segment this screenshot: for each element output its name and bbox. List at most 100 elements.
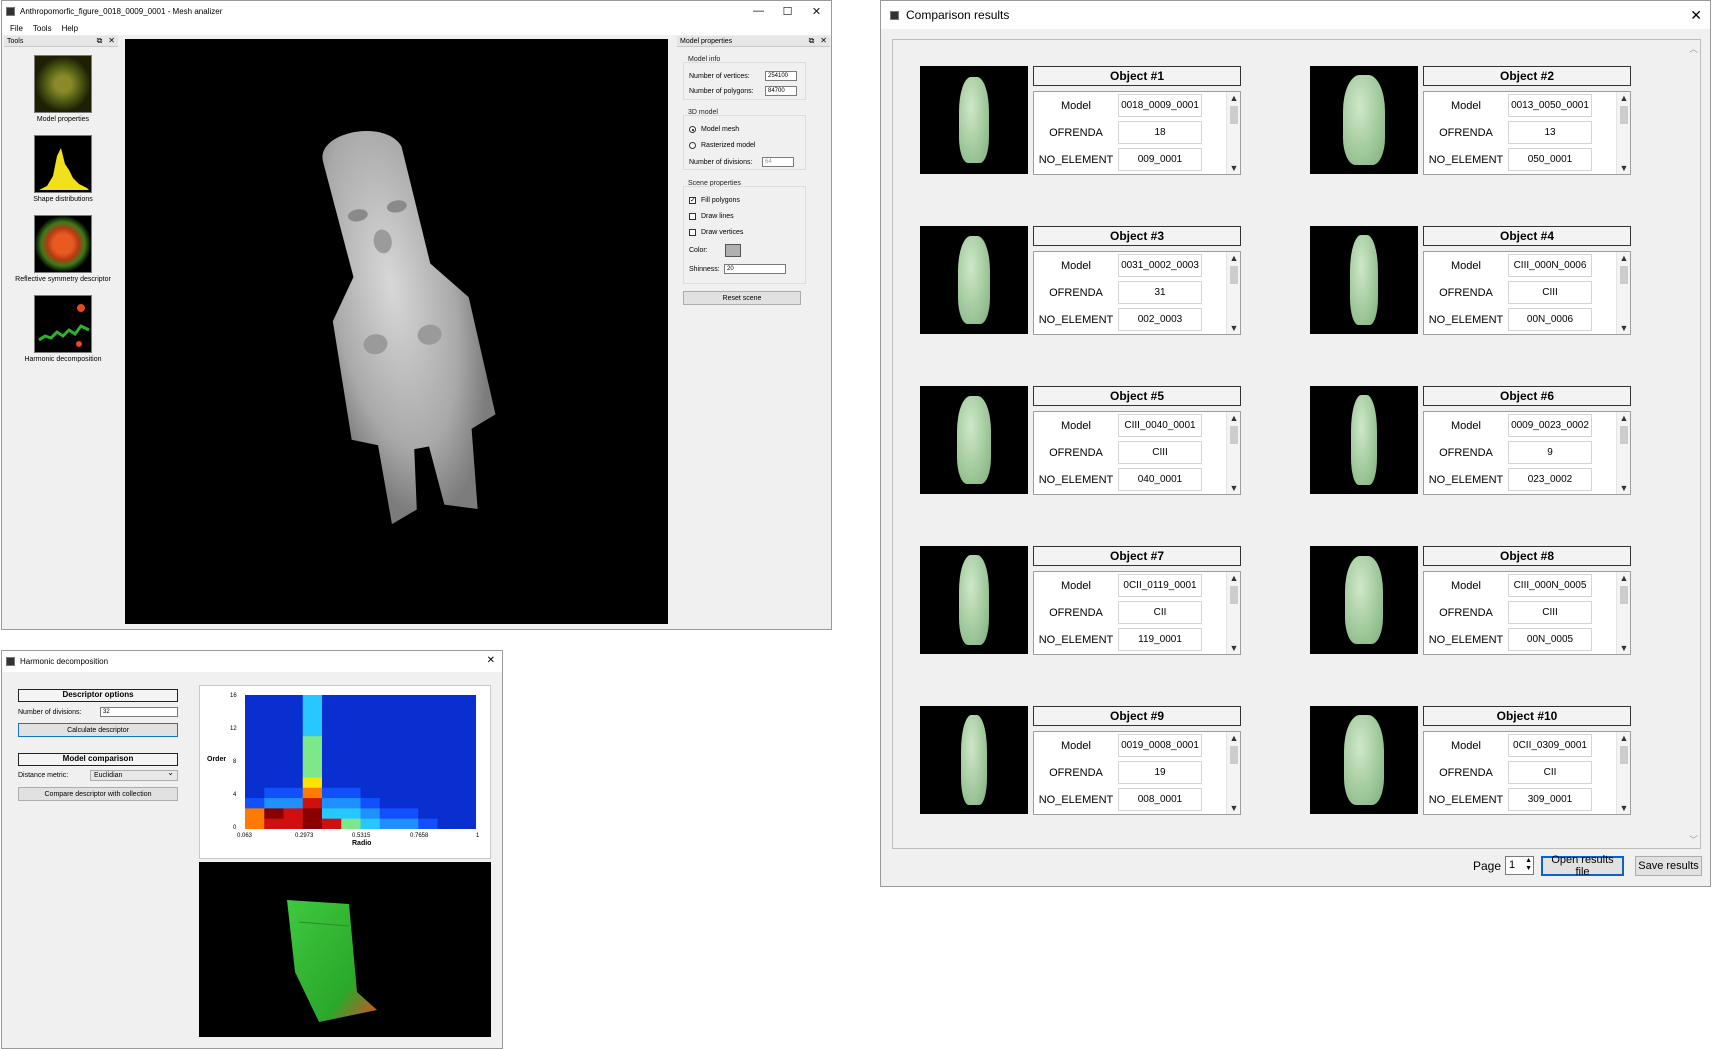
divisions-spinbox[interactable]: 64 [762, 157, 794, 167]
ofrenda-cell[interactable]: CIII [1508, 601, 1592, 624]
table-scrollbar[interactable]: ▲ ▼ [1226, 732, 1240, 814]
scroll-thumb[interactable] [1230, 426, 1238, 444]
reset-scene-button[interactable]: Reset scene [683, 291, 801, 305]
tool-harmonic-decomposition[interactable]: Harmonic decomposition [8, 295, 118, 363]
object-thumbnail[interactable] [1310, 546, 1418, 654]
model-cell[interactable]: 0013_0050_0001 [1508, 94, 1592, 117]
object-thumbnail[interactable] [920, 66, 1028, 174]
scroll-thumb[interactable] [1230, 746, 1238, 764]
save-results-button[interactable]: Save results [1635, 856, 1702, 876]
element-cell[interactable]: 009_0001 [1118, 148, 1202, 171]
table-scrollbar[interactable]: ▲ ▼ [1616, 572, 1630, 654]
model-cell[interactable]: CIII_000N_0006 [1508, 254, 1592, 277]
scroll-thumb[interactable] [1230, 266, 1238, 284]
object-thumbnail[interactable] [1310, 386, 1418, 494]
object-thumbnail[interactable] [1310, 66, 1418, 174]
scroll-down-icon[interactable]: ▼ [1227, 162, 1240, 174]
scroll-up-icon[interactable]: ▲ [1227, 732, 1240, 744]
tool-shape-distributions[interactable]: Shape distributions [8, 135, 118, 203]
table-scrollbar[interactable]: ▲ ▼ [1616, 252, 1630, 334]
maximize-button[interactable]: ☐ [773, 1, 802, 21]
table-scrollbar[interactable]: ▲ ▼ [1226, 572, 1240, 654]
float-icon[interactable]: ⧉ [809, 36, 815, 46]
ofrenda-cell[interactable]: 31 [1118, 281, 1202, 304]
scroll-down-icon[interactable]: ▼ [1227, 802, 1240, 814]
tool-model-properties[interactable]: Model properties [8, 55, 118, 123]
page-spinbox[interactable]: 1 ▲ ▼ [1505, 856, 1534, 875]
scroll-up-icon[interactable]: ▲ [1617, 572, 1630, 584]
element-cell[interactable]: 008_0001 [1118, 788, 1202, 811]
model-cell[interactable]: 0018_0009_0001 [1118, 94, 1202, 117]
scroll-up-icon[interactable]: ▲ [1617, 92, 1630, 104]
scroll-up-icon[interactable]: ▲ [1617, 412, 1630, 424]
scroll-thumb[interactable] [1620, 106, 1628, 124]
ofrenda-cell[interactable]: 19 [1118, 761, 1202, 784]
draw-lines-checkbox[interactable] [689, 213, 696, 220]
scroll-up-icon[interactable]: ▲ [1617, 252, 1630, 264]
3d-viewport[interactable] [125, 39, 668, 624]
object-thumbnail[interactable] [920, 386, 1028, 494]
fill-polygons-checkbox[interactable]: ✓ [689, 197, 696, 204]
table-scrollbar[interactable]: ▲ ▼ [1226, 412, 1240, 494]
close-button[interactable]: ✕ [487, 655, 495, 666]
scroll-down-icon[interactable]: ▼ [1617, 642, 1630, 654]
model-cell[interactable]: 0019_0008_0001 [1118, 734, 1202, 757]
ofrenda-cell[interactable]: 13 [1508, 121, 1592, 144]
object-thumbnail[interactable] [920, 706, 1028, 814]
table-scrollbar[interactable]: ▲ ▼ [1616, 412, 1630, 494]
results-vscrollbar[interactable]: ︿ ﹀ [1686, 40, 1700, 848]
object-thumbnail[interactable] [1310, 706, 1418, 814]
tool-reflective-symmetry[interactable]: Reflective symmetry descriptor [8, 215, 118, 283]
model-cell[interactable]: CIII_0040_0001 [1118, 414, 1202, 437]
model-mesh-radio[interactable] [689, 126, 696, 133]
color-swatch-button[interactable] [725, 244, 741, 257]
scroll-thumb[interactable] [1230, 586, 1238, 604]
scroll-up-icon[interactable]: ▲ [1227, 572, 1240, 584]
model-cell[interactable]: CIII_000N_0005 [1508, 574, 1592, 597]
ofrenda-cell[interactable]: CIII [1508, 281, 1592, 304]
object-thumbnail[interactable] [1310, 226, 1418, 334]
scroll-up-icon[interactable]: ▲ [1617, 732, 1630, 744]
shininess-spinbox[interactable]: 20 [724, 264, 786, 274]
draw-vertices-checkbox[interactable] [689, 229, 696, 236]
harmonic-3d-view[interactable] [199, 862, 491, 1037]
object-thumbnail[interactable] [920, 546, 1028, 654]
scroll-down-icon[interactable]: ▼ [1617, 482, 1630, 494]
close-icon[interactable]: ✕ [820, 36, 827, 46]
table-scrollbar[interactable]: ▲ ▼ [1616, 92, 1630, 174]
element-cell[interactable]: 309_0001 [1508, 788, 1592, 811]
element-cell[interactable]: 00N_0006 [1508, 308, 1592, 331]
scroll-down-icon[interactable]: ▼ [1617, 322, 1630, 334]
close-button[interactable]: ✕ [802, 1, 831, 21]
scroll-thumb[interactable] [1620, 266, 1628, 284]
ofrenda-cell[interactable]: CII [1508, 761, 1592, 784]
scroll-down-icon[interactable]: ▼ [1617, 802, 1630, 814]
scroll-thumb[interactable] [1620, 746, 1628, 764]
float-icon[interactable]: ⧉ [97, 36, 103, 46]
close-icon[interactable]: ✕ [108, 36, 115, 46]
scroll-up-icon[interactable]: ︿ [1689, 42, 1698, 55]
harmonic-divisions-spinbox[interactable]: 32 [100, 707, 178, 717]
object-thumbnail[interactable] [920, 226, 1028, 334]
distance-metric-select[interactable]: Euclidian [90, 768, 178, 781]
element-cell[interactable]: 040_0001 [1118, 468, 1202, 491]
compare-descriptor-button[interactable]: Compare descriptor with collection [18, 787, 178, 801]
element-cell[interactable]: 050_0001 [1508, 148, 1592, 171]
scroll-thumb[interactable] [1620, 426, 1628, 444]
minimize-button[interactable]: — [744, 1, 773, 21]
scroll-down-icon[interactable]: ▼ [1617, 162, 1630, 174]
spin-arrows-icon[interactable]: ▲ ▼ [1525, 857, 1532, 873]
close-button[interactable]: ✕ [1690, 7, 1702, 24]
scroll-down-icon[interactable]: ▼ [1227, 322, 1240, 334]
model-cell[interactable]: 0031_0002_0003 [1118, 254, 1202, 277]
table-scrollbar[interactable]: ▲ ▼ [1226, 252, 1240, 334]
calculate-descriptor-button[interactable]: Calculate descriptor [18, 723, 178, 737]
menu-help[interactable]: Help [62, 24, 78, 33]
scroll-down-icon[interactable]: ﹀ [1689, 833, 1698, 846]
ofrenda-cell[interactable]: 18 [1118, 121, 1202, 144]
rasterized-model-radio[interactable] [689, 142, 696, 149]
scroll-thumb[interactable] [1230, 106, 1238, 124]
model-cell[interactable]: 0CII_0119_0001 [1118, 574, 1202, 597]
ofrenda-cell[interactable]: 9 [1508, 441, 1592, 464]
element-cell[interactable]: 023_0002 [1508, 468, 1592, 491]
